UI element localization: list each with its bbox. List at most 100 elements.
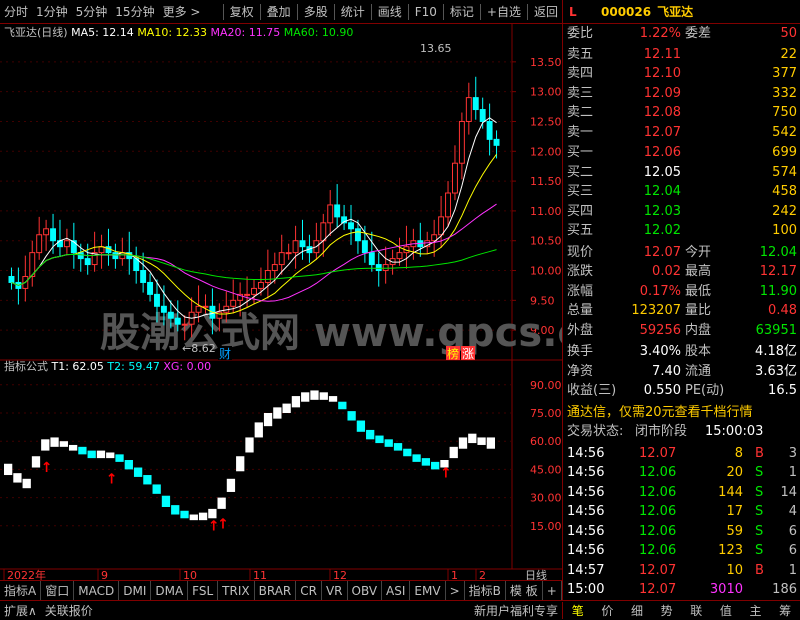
indicator-tab-4[interactable]: DMA <box>151 580 189 601</box>
quote-value: 59256 <box>639 322 681 338</box>
toolbar-btn-8[interactable]: 返回 <box>530 0 562 24</box>
tick-volume: 8 <box>734 445 743 461</box>
ma20-label: MA20: 11.75 <box>211 26 284 39</box>
indicator-tab-0[interactable]: 指标A <box>0 580 42 601</box>
indicator-tab-11[interactable]: ASI <box>382 580 411 601</box>
tick-volume: 144 <box>718 484 743 500</box>
ad-row[interactable]: 通达信，仅需20元查看千档行情 <box>563 403 800 423</box>
ask-price: 12.09 <box>643 85 681 101</box>
indicator-tab-16[interactable]: + <box>543 580 562 601</box>
xaxis-label: 11 <box>253 569 267 580</box>
signal-arrow: ↑ <box>217 516 229 532</box>
indicator-tab-7[interactable]: BRAR <box>255 580 297 601</box>
bid-price: 12.06 <box>643 145 681 160</box>
toolbar-separator <box>442 3 444 20</box>
period-btn-1[interactable]: 1分钟 <box>32 0 72 24</box>
ind-bar <box>486 437 495 449</box>
detail-tab-4[interactable]: 联 <box>682 602 712 619</box>
ask-volume: 750 <box>772 105 797 120</box>
candle-body <box>320 222 327 242</box>
period-btn-2[interactable]: 5分钟 <box>72 0 112 24</box>
toolbar-btn-1[interactable]: 叠加 <box>263 0 295 24</box>
tick-count: 1 <box>788 562 797 578</box>
status-btn-1[interactable]: 关联报价 <box>41 602 97 619</box>
detail-tab-1[interactable]: 价 <box>593 602 623 619</box>
ind-bar <box>236 456 245 472</box>
high-label: 13.65 <box>420 42 452 55</box>
indicator-tab-2[interactable]: MACD <box>74 580 120 601</box>
tag-zhang: 涨 <box>462 346 474 361</box>
candle-body <box>445 192 451 218</box>
indicator-tab-12[interactable]: EMV <box>410 580 446 601</box>
indicator-tab-13[interactable]: > <box>446 580 465 601</box>
indicator-tab-6[interactable]: TRIX <box>218 580 255 601</box>
candle-body <box>50 228 57 242</box>
quote-label: 涨幅 <box>567 283 594 299</box>
quote-value: 123207 <box>631 303 681 318</box>
kline-chart-area[interactable]: 13.50 13.00 12.50 12.00 11.50 11.00 10.50 10.00… <box>0 24 650 582</box>
quote-label: 涨跌 <box>567 264 594 279</box>
trade-time: 15:00:03 <box>705 424 764 439</box>
promo-link[interactable]: 新用户福利专享 <box>470 602 562 619</box>
quote-value: 0.17% <box>639 283 681 299</box>
bid-price: 12.04 <box>643 184 681 199</box>
indicator-tab-1[interactable]: 窗口 <box>41 580 75 601</box>
detail-tab-3[interactable]: 势 <box>652 602 682 619</box>
fund-value: 3.63亿 <box>755 363 797 379</box>
quote-panel: L 000026 飞亚达 委比 1.22% 委差 50 卖五 12.11 22 卖四 12.10… <box>562 0 800 600</box>
xaxis-label: 12 <box>333 569 347 580</box>
tick-price: 12.06 <box>639 504 677 519</box>
tick-price: 12.06 <box>639 465 677 480</box>
tick-price: 12.07 <box>639 445 677 461</box>
trade-status: 闭市阶段 <box>635 424 688 439</box>
tick-price: 12.06 <box>639 484 677 500</box>
toolbar-btn-3[interactable]: 统计 <box>337 0 369 24</box>
candle-body <box>334 204 341 218</box>
period-label: 日线 <box>525 568 547 580</box>
indicator-tab-8[interactable]: CR <box>296 580 322 601</box>
ind-bar <box>468 433 477 444</box>
toolbar-btn-2[interactable]: 多股 <box>300 0 332 24</box>
period-btn-0[interactable]: 分时 <box>0 0 32 24</box>
ind-bar <box>245 437 254 453</box>
quote-row-0: 现价 12.07 今开 12.04 <box>563 243 800 263</box>
chart-title: 飞亚达(日线) <box>4 25 71 39</box>
indicator-tab-9[interactable]: VR <box>322 580 348 601</box>
toolbar-btn-0[interactable]: 复权 <box>226 0 258 24</box>
period-btn-4[interactable]: 更多 > <box>159 0 205 24</box>
fund-label: 流通 <box>685 363 712 379</box>
period-btn-3[interactable]: 15分钟 <box>111 0 158 24</box>
tick-price: 12.06 <box>639 523 677 539</box>
ind-bar <box>96 450 106 459</box>
candle-body <box>368 252 375 266</box>
chart-svg[interactable]: 13.50 13.00 12.50 12.00 11.50 11.00 10.50 10.00… <box>0 24 650 582</box>
price-tick-label: 11.50 <box>530 175 562 188</box>
candle-body <box>451 162 458 194</box>
tick-volume: 17 <box>726 504 743 519</box>
detail-tab-5[interactable]: 值 <box>711 602 741 619</box>
ask-volume: 542 <box>772 124 797 140</box>
indicator-tab-10[interactable]: OBV <box>348 580 383 601</box>
ind-bar <box>22 478 31 489</box>
indicator-tab-5[interactable]: FSL <box>188 580 219 601</box>
toolbar-btn-5[interactable]: F10 <box>411 0 441 24</box>
tick-row-3: 14:56 12.06 17 S 4 <box>563 502 800 522</box>
candle-body <box>140 270 147 283</box>
status-btn-0[interactable]: 扩展∧ <box>0 602 41 619</box>
ind-bar <box>347 411 356 421</box>
toolbar-btn-6[interactable]: 标记 <box>446 0 478 24</box>
fund-value: 3.40% <box>639 344 681 359</box>
indicator-tab-3[interactable]: DMI <box>119 580 152 601</box>
bid-price: 12.02 <box>643 223 681 238</box>
toolbar-btn-4[interactable]: 画线 <box>374 0 406 24</box>
indicator-tab-15[interactable]: 模 板 <box>506 580 543 601</box>
indicator-tab-14[interactable]: 指标B <box>465 580 506 601</box>
detail-tab-0[interactable]: 笔 <box>563 602 593 619</box>
toolbar-btn-7[interactable]: +自选 <box>483 0 525 24</box>
candle-body <box>195 305 202 313</box>
ind-bar <box>412 454 421 462</box>
detail-tab-2[interactable]: 细 <box>622 602 652 619</box>
fund-value: 16.5 <box>768 383 797 398</box>
detail-tab-6[interactable]: 主 <box>741 602 771 619</box>
detail-tab-7[interactable]: 筹 <box>770 602 800 619</box>
